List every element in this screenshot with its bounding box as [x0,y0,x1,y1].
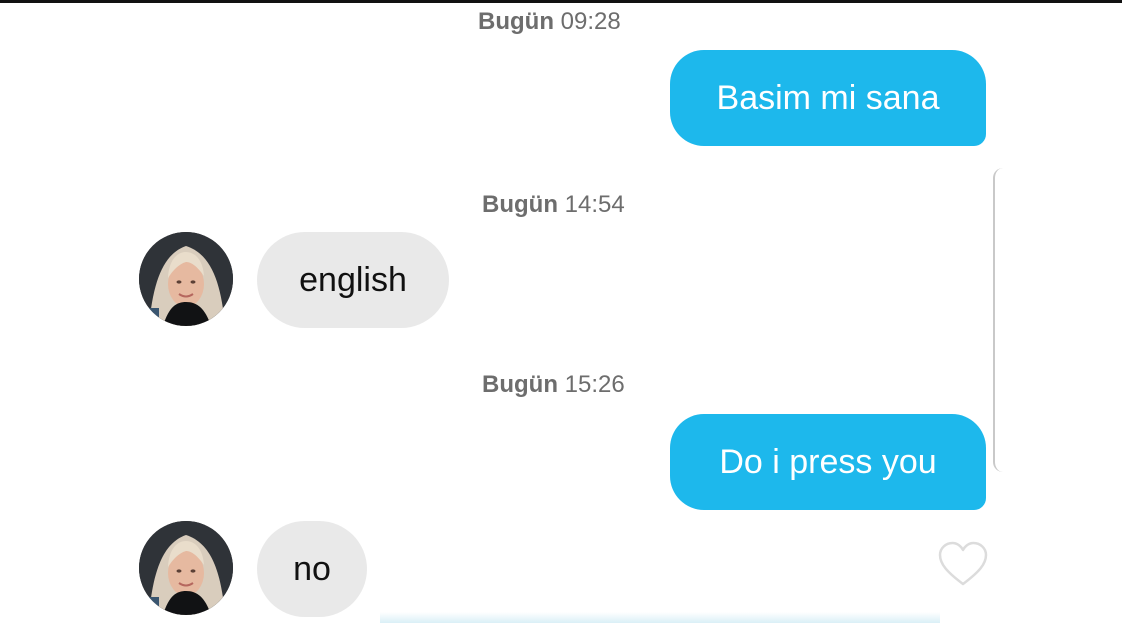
thread-connector-line [993,168,1003,472]
avatar-photo [139,521,233,615]
chat-screen: Bugün 09:28 Basim mi sana Bugün 14:54 en… [0,0,1122,623]
timestamp-time: 15:26 [564,371,625,398]
message-text: english [299,261,407,299]
message-text: Basim mi sana [716,79,940,117]
timestamp-3: Bugün 15:26 [482,371,625,399]
heart-outline-icon[interactable] [937,540,989,588]
message-text: no [293,550,331,588]
outgoing-message-bubble[interactable]: Basim mi sana [670,50,986,146]
avatar-photo [139,232,233,326]
incoming-message-bubble[interactable]: english [257,232,449,328]
avatar[interactable] [139,521,233,615]
timestamp-time: 14:54 [564,191,625,218]
timestamp-2: Bugün 14:54 [482,191,625,219]
avatar[interactable] [139,232,233,326]
outgoing-message-bubble[interactable]: Do i press you [670,414,986,510]
timestamp-day: Bugün [478,8,554,35]
top-edge-bar [0,0,1122,3]
timestamp-1: Bugün 09:28 [478,8,621,36]
timestamp-day: Bugün [482,371,558,398]
timestamp-time: 09:28 [560,8,621,35]
timestamp-day: Bugün [482,191,558,218]
incoming-message-bubble[interactable]: no [257,521,367,617]
bottom-input-glow [380,612,940,623]
message-text: Do i press you [719,443,937,481]
